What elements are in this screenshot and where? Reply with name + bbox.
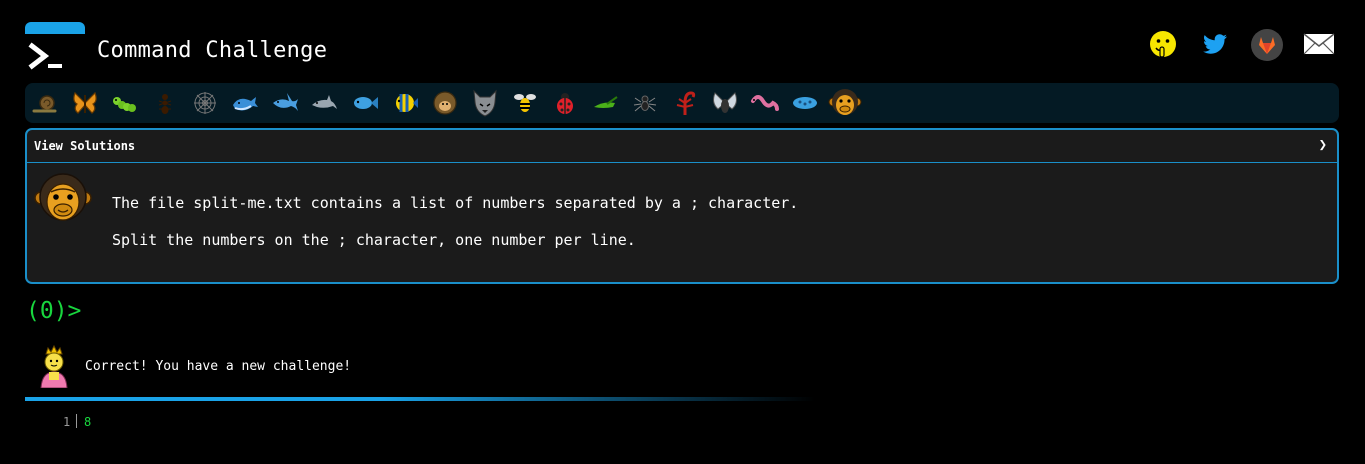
butterfly-icon[interactable] — [70, 88, 100, 118]
tropical-fish-icon[interactable] — [390, 88, 420, 118]
view-solutions-toggle[interactable]: View Solutions ❯ — [27, 130, 1337, 163]
task-description-line: The file split-me.txt contains a list of… — [112, 194, 799, 212]
twitter-link[interactable] — [1199, 28, 1231, 60]
monkey-avatar-icon — [34, 170, 92, 232]
caterpillar-icon[interactable] — [110, 88, 140, 118]
twitter-icon — [1203, 34, 1227, 54]
scorpion-icon[interactable] — [670, 88, 700, 118]
fish-icon[interactable] — [350, 88, 380, 118]
task-description-line: Split the numbers on the ; character, on… — [112, 231, 636, 249]
mail-link[interactable] — [1302, 28, 1336, 60]
chevron-right-icon: ❯ — [1318, 137, 1327, 153]
shush-face-link[interactable] — [1147, 28, 1179, 60]
ladybug-icon[interactable] — [550, 88, 580, 118]
worm-icon[interactable] — [750, 88, 780, 118]
result-message: Correct! You have a new challenge! — [85, 359, 352, 374]
monkey-icon[interactable] — [828, 86, 862, 120]
output-line-separator — [76, 414, 77, 428]
gitlab-icon — [1251, 29, 1283, 61]
command-prompt-input[interactable]: (0)> — [26, 298, 81, 324]
terminal-prompt-icon — [28, 42, 62, 70]
page-title: Command Challenge — [97, 38, 328, 63]
shush-face-icon — [1150, 31, 1176, 58]
output-value: 8 — [84, 415, 92, 429]
gitlab-link[interactable] — [1250, 28, 1284, 62]
output-line-number: 1 — [63, 415, 71, 429]
ant-icon[interactable] — [150, 88, 180, 118]
whale-icon[interactable] — [230, 88, 260, 118]
mail-icon — [1303, 33, 1335, 55]
result-divider — [25, 397, 815, 401]
site-logo[interactable] — [25, 22, 85, 77]
challenge-progress-bar — [25, 83, 1339, 123]
microbe-icon[interactable] — [790, 88, 820, 118]
cricket-icon[interactable] — [590, 88, 620, 118]
dolphin-icon[interactable] — [310, 88, 340, 118]
view-solutions-label: View Solutions — [34, 139, 136, 153]
logo-tab — [25, 22, 85, 34]
spider-icon[interactable] — [630, 88, 660, 118]
spider-web-icon[interactable] — [190, 88, 220, 118]
shark-icon[interactable] — [270, 88, 300, 118]
challenge-panel: View Solutions ❯ The file split-me.txt c… — [25, 128, 1339, 284]
hedgehog-icon[interactable] — [430, 88, 460, 118]
fly-icon[interactable] — [710, 88, 740, 118]
wolf-icon[interactable] — [470, 88, 500, 118]
bee-icon[interactable] — [510, 88, 540, 118]
snail-icon[interactable] — [30, 88, 60, 118]
princess-icon — [36, 344, 72, 392]
